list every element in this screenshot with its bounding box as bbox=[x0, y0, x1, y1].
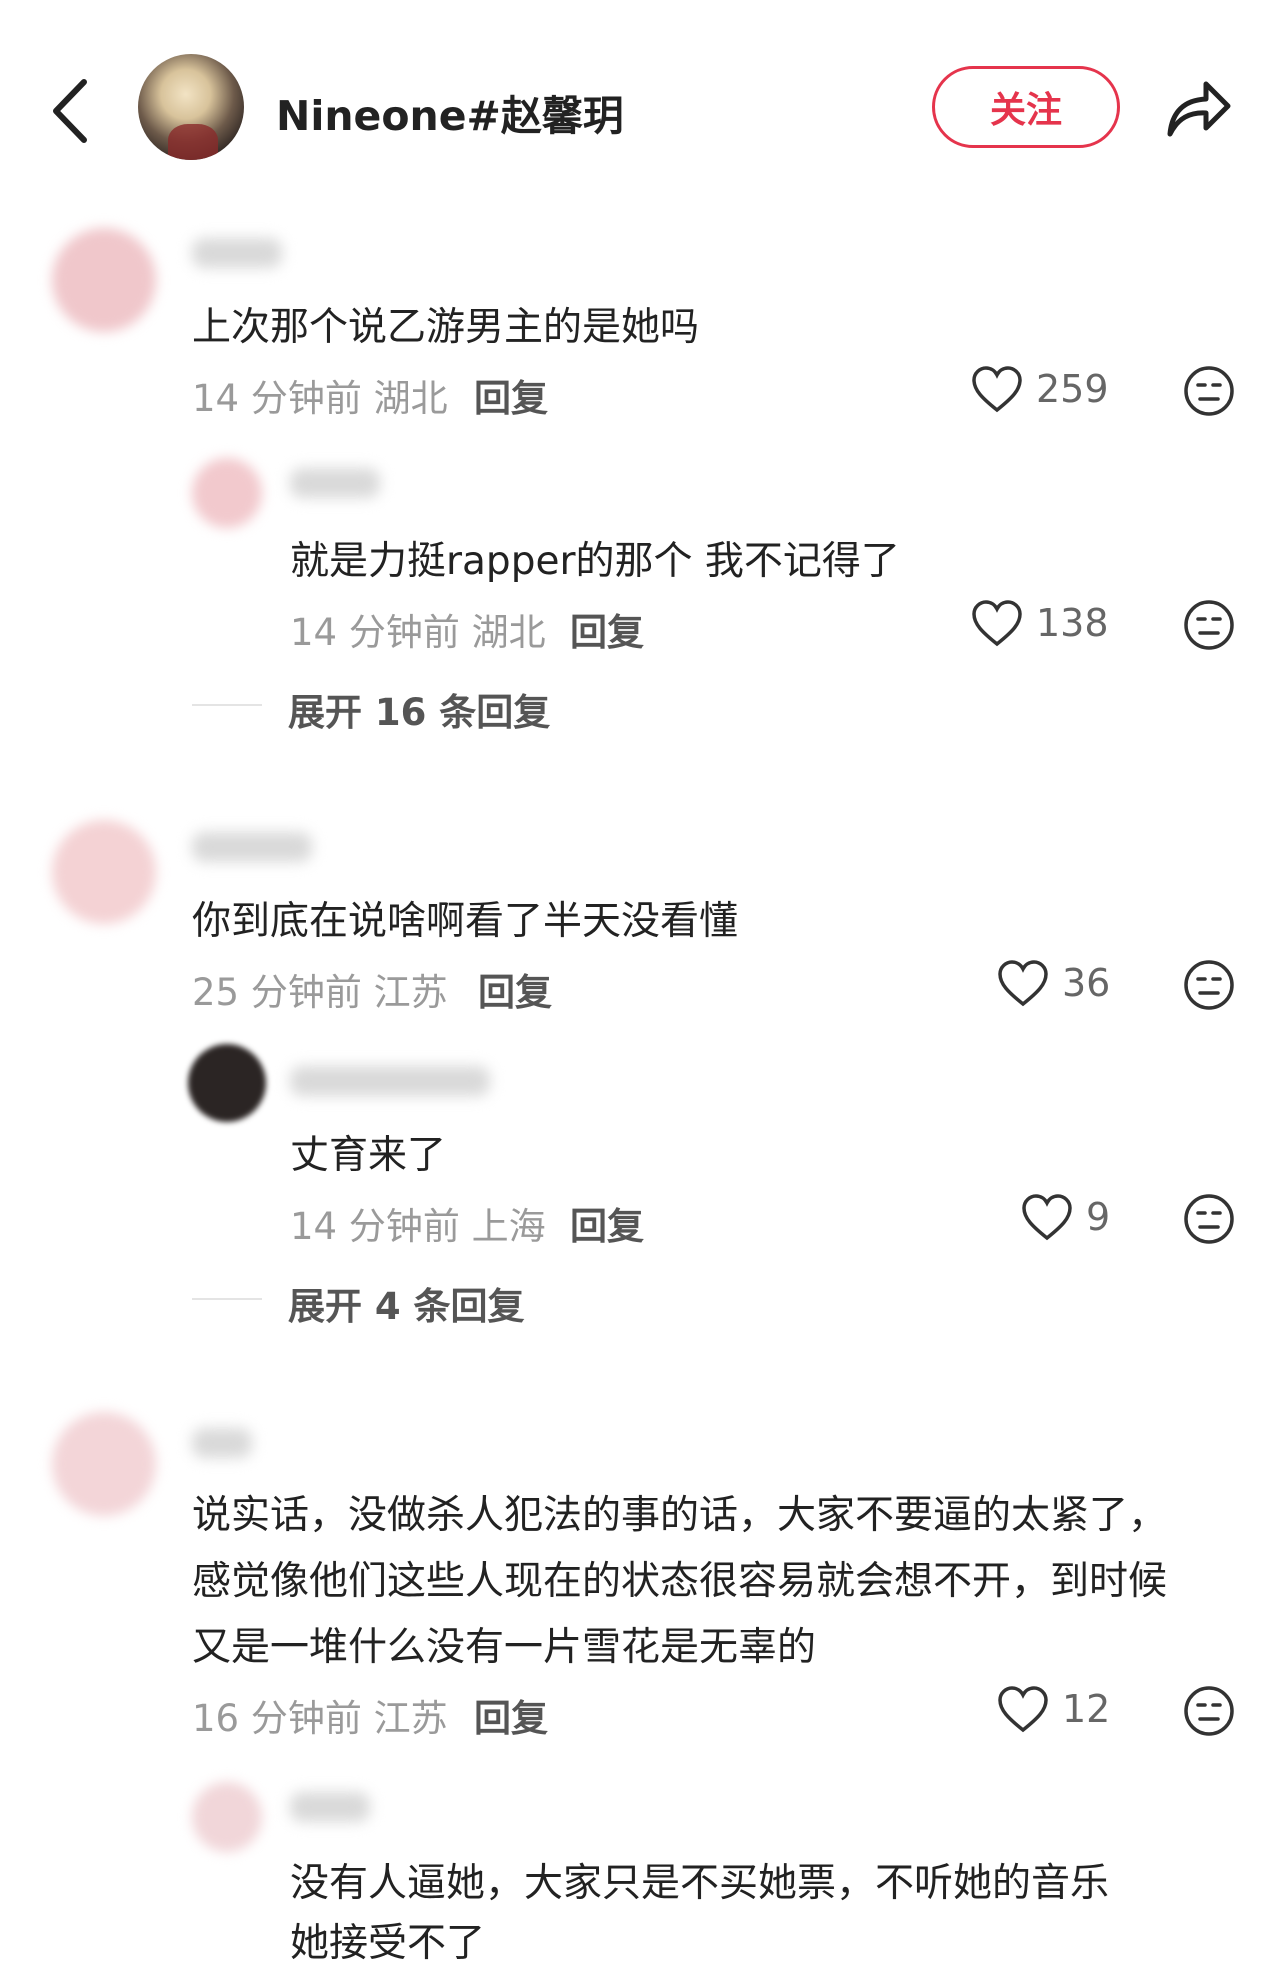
reply-button[interactable]: 回复 bbox=[474, 368, 548, 422]
reply-button[interactable]: 回复 bbox=[570, 1196, 644, 1250]
commenter-name-blurred[interactable] bbox=[192, 1428, 252, 1458]
like-button[interactable]: 12 bbox=[996, 1684, 1110, 1734]
like-count: 12 bbox=[1062, 1687, 1111, 1731]
comment-text-line: 说实话，没做杀人犯法的事的话，大家不要逼的太紧了， bbox=[192, 1493, 1168, 1538]
commenter-avatar[interactable] bbox=[52, 820, 156, 924]
heart-icon bbox=[972, 600, 1022, 647]
profile-avatar[interactable] bbox=[138, 54, 244, 160]
comment-time: 14 分钟前 bbox=[192, 377, 362, 420]
like-count: 138 bbox=[1036, 601, 1109, 645]
expand-replies-button[interactable]: 展开 4 条回复 bbox=[288, 1276, 525, 1330]
comment-location: 湖北 bbox=[373, 377, 448, 420]
replier-name-blurred[interactable] bbox=[290, 1792, 370, 1822]
comment-text-line: 又是一堆什么没有一片雪花是无辜的 bbox=[192, 1625, 817, 1670]
comment-text: 你到底在说啥啊看了半天没看懂 bbox=[192, 899, 739, 944]
heart-icon bbox=[998, 960, 1048, 1007]
reply-time: 14 分钟前 bbox=[290, 611, 460, 654]
comment-meta: 16 分钟前 江苏 bbox=[192, 1688, 448, 1742]
reply-button[interactable]: 回复 bbox=[474, 1688, 548, 1742]
reply-text-line: 她接受不了 bbox=[290, 1921, 486, 1966]
reply-button[interactable]: 回复 bbox=[478, 962, 552, 1016]
like-count: 36 bbox=[1062, 961, 1111, 1005]
reply-text: 丈育来了 bbox=[290, 1133, 447, 1178]
replier-name-blurred[interactable] bbox=[290, 468, 380, 498]
heart-icon bbox=[998, 1686, 1048, 1733]
comment-meta: 25 分钟前 江苏 bbox=[192, 962, 448, 1016]
reply-location: 上海 bbox=[471, 1205, 546, 1248]
commenter-name-blurred[interactable] bbox=[192, 832, 312, 862]
comment-text-line: 感觉像他们这些人现在的状态很容易就会想不开，到时候 bbox=[192, 1559, 1168, 1604]
replier-avatar[interactable] bbox=[188, 1044, 266, 1122]
commenter-name-blurred[interactable] bbox=[192, 238, 282, 268]
back-chevron-icon[interactable] bbox=[44, 76, 104, 146]
comment-location: 江苏 bbox=[373, 971, 448, 1014]
expand-divider bbox=[192, 1298, 262, 1300]
like-button[interactable]: 9 bbox=[1020, 1192, 1110, 1242]
emoji-reaction-icon[interactable] bbox=[1182, 1684, 1236, 1738]
expand-replies-button[interactable]: 展开 16 条回复 bbox=[288, 682, 550, 736]
like-count: 9 bbox=[1086, 1195, 1111, 1239]
profile-username[interactable]: Nineone#赵馨玥 bbox=[276, 82, 624, 142]
follow-button[interactable]: 关注 bbox=[932, 66, 1120, 148]
commenter-avatar[interactable] bbox=[52, 1412, 156, 1516]
emoji-reaction-icon[interactable] bbox=[1182, 364, 1236, 418]
expand-divider bbox=[192, 704, 262, 706]
emoji-reaction-icon[interactable] bbox=[1182, 1192, 1236, 1246]
reply-button[interactable]: 回复 bbox=[570, 602, 644, 656]
comment-text: 上次那个说乙游男主的是她吗 bbox=[192, 305, 700, 350]
replier-avatar[interactable] bbox=[192, 1782, 262, 1852]
reply-text: 就是力挺rapper的那个 我不记得了 bbox=[290, 539, 900, 584]
commenter-avatar[interactable] bbox=[52, 228, 156, 332]
reply-text-line: 没有人逼她，大家只是不买她票，不听她的音乐 bbox=[290, 1861, 1110, 1906]
comment-time: 16 分钟前 bbox=[192, 1697, 362, 1740]
comment-time: 25 分钟前 bbox=[192, 971, 362, 1014]
reply-meta: 14 分钟前 湖北 bbox=[290, 602, 546, 656]
like-button[interactable]: 36 bbox=[996, 958, 1110, 1008]
heart-icon bbox=[972, 366, 1022, 413]
reply-time: 14 分钟前 bbox=[290, 1205, 460, 1248]
like-count: 259 bbox=[1036, 367, 1109, 411]
replier-avatar[interactable] bbox=[192, 458, 262, 528]
emoji-reaction-icon[interactable] bbox=[1182, 598, 1236, 652]
heart-icon bbox=[1022, 1194, 1072, 1241]
share-arrow-icon[interactable] bbox=[1162, 72, 1232, 142]
reply-location: 湖北 bbox=[471, 611, 546, 654]
emoji-reaction-icon[interactable] bbox=[1182, 958, 1236, 1012]
reply-meta: 14 分钟前 上海 bbox=[290, 1196, 546, 1250]
like-button[interactable]: 259 bbox=[970, 364, 1109, 414]
comment-meta: 14 分钟前 湖北 bbox=[192, 368, 448, 422]
replier-name-blurred[interactable] bbox=[290, 1066, 490, 1096]
comment-location: 江苏 bbox=[373, 1697, 448, 1740]
like-button[interactable]: 138 bbox=[970, 598, 1109, 648]
